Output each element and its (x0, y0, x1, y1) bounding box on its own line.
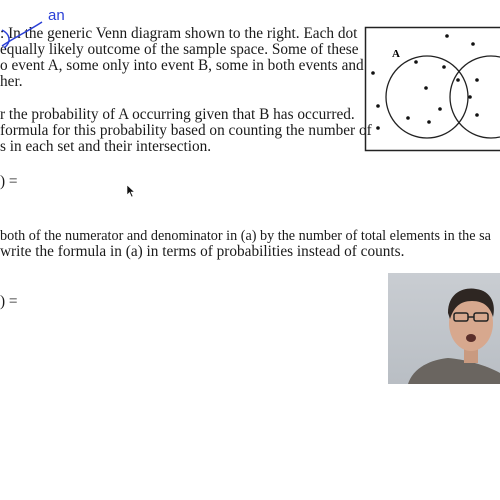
outcome-dot (471, 42, 475, 46)
outcome-dot (424, 86, 428, 90)
mouse-cursor-icon (126, 184, 136, 198)
outcome-dot (468, 95, 472, 99)
circle-b (449, 55, 500, 139)
part-a-answer: ) = (0, 173, 18, 190)
outcome-dot (376, 126, 380, 130)
outcome-dot (376, 104, 380, 108)
sample-space-box (364, 26, 500, 152)
label-a: A (392, 48, 400, 60)
outcome-dot (406, 116, 410, 120)
circle-a (385, 55, 469, 139)
outcome-dots (371, 34, 479, 130)
outcome-dot (475, 78, 479, 82)
presenter-video (408, 288, 500, 384)
outcome-dot (427, 120, 431, 124)
outcome-dot (445, 34, 449, 38)
part-b-line-1: both of the numerator and denominator in… (0, 228, 491, 244)
outcome-dot (442, 65, 446, 69)
part-b-line-2: write the formula in (a) in terms of pro… (0, 243, 405, 260)
part-b-answer: ) = (0, 293, 18, 310)
outcome-dot (438, 107, 442, 111)
outcome-dot (456, 78, 460, 82)
venn-diagram: A (364, 26, 500, 152)
outcome-dot (371, 71, 375, 75)
webcam-overlay (388, 273, 500, 384)
outcome-dot (475, 113, 479, 117)
outcome-dot (414, 60, 418, 64)
